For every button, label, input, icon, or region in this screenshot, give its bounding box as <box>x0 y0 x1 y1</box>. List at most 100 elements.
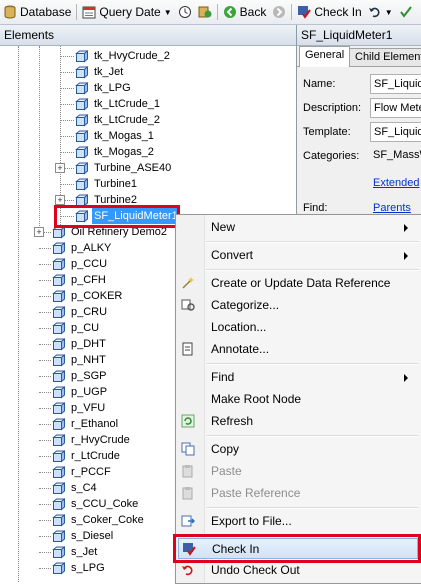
menu-item-find[interactable]: Find <box>178 367 418 388</box>
submenu-arrow-icon <box>404 252 408 260</box>
tree-item-label: p_CFH <box>71 274 106 286</box>
menu-item-label: Copy <box>211 442 240 456</box>
description-field[interactable]: Flow Mete <box>370 98 421 118</box>
tree-item[interactable]: tk_LPG <box>75 80 133 96</box>
tree-item[interactable]: r_PCCF <box>52 464 113 480</box>
menu-item-paste-reference[interactable]: Paste Reference <box>178 483 418 504</box>
tree-item-label: p_NHT <box>71 354 106 366</box>
name-field[interactable]: SF_LiquidM <box>370 74 421 94</box>
database-button[interactable]: Database <box>0 1 74 23</box>
tree-item[interactable]: s_C4 <box>52 480 99 496</box>
tree-expander[interactable]: + <box>55 195 65 205</box>
tree-item[interactable]: Turbine2 <box>75 192 139 208</box>
tree-connector <box>60 88 74 89</box>
tree-item[interactable]: Oil Refinery Demo2 <box>52 224 169 240</box>
element-icon <box>52 257 65 271</box>
tree-item[interactable]: p_CFH <box>52 272 108 288</box>
tree-item[interactable]: s_LPG <box>52 560 107 576</box>
tab-child-elements[interactable]: Child Elements <box>349 48 421 66</box>
menu-item-location[interactable]: Location... <box>178 317 418 338</box>
tree-item[interactable]: tk_LtCrude_2 <box>75 112 162 128</box>
tree-item[interactable]: p_DHT <box>52 336 108 352</box>
tree-item[interactable]: s_Diesel <box>52 528 115 544</box>
menu-item-label: Find <box>211 370 235 384</box>
menu-item-categorize[interactable]: Categorize... <box>178 295 418 316</box>
tree-item[interactable]: p_COKER <box>52 288 124 304</box>
tree-item[interactable]: tk_Mogas_2 <box>75 144 156 160</box>
check-in-toolbar-button[interactable]: Check In <box>294 1 364 23</box>
refresh-toolbar-button[interactable] <box>175 1 195 23</box>
tree-item-label: p_CCU <box>71 258 108 270</box>
forward-button[interactable] <box>269 1 289 23</box>
tree-item[interactable]: p_SGP <box>52 368 108 384</box>
menu-item-paste[interactable]: Paste <box>178 461 418 482</box>
tree-expander[interactable]: + <box>34 227 44 237</box>
tree-item[interactable]: s_Jet <box>52 544 99 560</box>
submenu-arrow-icon <box>404 224 408 232</box>
tree-connector <box>39 440 51 441</box>
extended-link[interactable]: Extended <box>373 177 419 189</box>
tree-item[interactable]: p_ALKY <box>52 240 113 256</box>
tree-item[interactable]: Turbine_ASE40 <box>75 160 173 176</box>
tree-item-label: s_Jet <box>71 546 98 558</box>
menu-item-export-to-file[interactable]: Export to File... <box>178 511 418 532</box>
element-icon <box>75 113 88 127</box>
menu-item-make-root-node[interactable]: Make Root Node <box>178 389 418 410</box>
categories-value: SF_MassW <box>370 146 421 164</box>
tree-item[interactable]: p_CCU <box>52 256 109 272</box>
apply-button[interactable] <box>396 1 416 23</box>
template-field[interactable]: SF_LiquidM <box>370 122 421 142</box>
tree-connector <box>39 536 51 537</box>
menu-item-new[interactable]: New <box>178 217 418 238</box>
tree-item[interactable]: tk_Jet <box>75 64 125 80</box>
menu-item-check-in[interactable]: Check In <box>178 538 418 559</box>
tree-item[interactable]: Turbine1 <box>75 176 139 192</box>
element-icon <box>52 449 65 463</box>
tree-item[interactable]: s_Coker_Coke <box>52 512 146 528</box>
tree-item-label: Turbine_ASE40 <box>94 162 172 174</box>
menu-item-annotate[interactable]: Annotate... <box>178 339 418 360</box>
element-icon <box>75 65 88 79</box>
tree-item[interactable]: r_HvyCrude <box>52 432 132 448</box>
parents-link[interactable]: Parents <box>373 202 411 214</box>
elements-pane-header: Elements <box>0 25 296 46</box>
tree-expander[interactable]: + <box>55 163 65 173</box>
tree-item[interactable]: p_UGP <box>52 384 109 400</box>
tree-connector <box>39 456 51 457</box>
menu-item-copy[interactable]: Copy <box>178 439 418 460</box>
refresh-icon <box>181 414 195 428</box>
tree-item[interactable]: s_CCU_Coke <box>52 496 140 512</box>
tree-connector <box>39 312 51 313</box>
tree-item[interactable]: SF_LiquidMeter1 <box>75 208 180 224</box>
menu-item-refresh[interactable]: Refresh <box>178 411 418 432</box>
menu-separator <box>206 363 418 365</box>
tree-item[interactable]: p_NHT <box>52 352 108 368</box>
chevron-down-icon[interactable]: ▼ <box>385 8 393 17</box>
tree-item-label: s_Diesel <box>71 530 114 542</box>
query-date-button[interactable]: Query Date ▼ <box>79 1 174 23</box>
back-button[interactable]: Back <box>220 1 270 23</box>
undo-check-out-toolbar-button[interactable]: ▼ <box>365 1 396 23</box>
tree-item-label: s_C4 <box>71 482 97 494</box>
tree-connector <box>39 264 51 265</box>
tab-general[interactable]: General <box>299 46 351 67</box>
menu-item-create-update-data-reference[interactable]: Create or Update Data Reference <box>178 273 418 294</box>
tree-item[interactable]: p_VFU <box>52 400 107 416</box>
tree-item[interactable]: tk_LtCrude_1 <box>75 96 162 112</box>
tree-item[interactable]: tk_Mogas_1 <box>75 128 156 144</box>
find-label: Find: <box>303 202 328 214</box>
chevron-down-icon[interactable]: ▼ <box>164 8 172 17</box>
database-refresh-button[interactable] <box>195 1 215 23</box>
tree-item[interactable]: r_Ethanol <box>52 416 120 432</box>
tree-item[interactable]: p_CRU <box>52 304 109 320</box>
tree-item[interactable]: p_CU <box>52 320 101 336</box>
tree-item[interactable]: r_LtCrude <box>52 448 122 464</box>
tree-item[interactable]: tk_HvyCrude_2 <box>75 48 172 64</box>
tree-item-label: r_PCCF <box>71 466 111 478</box>
menu-item-undo-check-out[interactable]: Undo Check Out <box>178 560 418 581</box>
tree-connector <box>18 46 19 582</box>
menu-item-label: Paste <box>211 464 242 478</box>
menu-item-label: New <box>211 220 236 234</box>
menu-item-label: Check In <box>212 542 260 556</box>
menu-item-convert[interactable]: Convert <box>178 245 418 266</box>
